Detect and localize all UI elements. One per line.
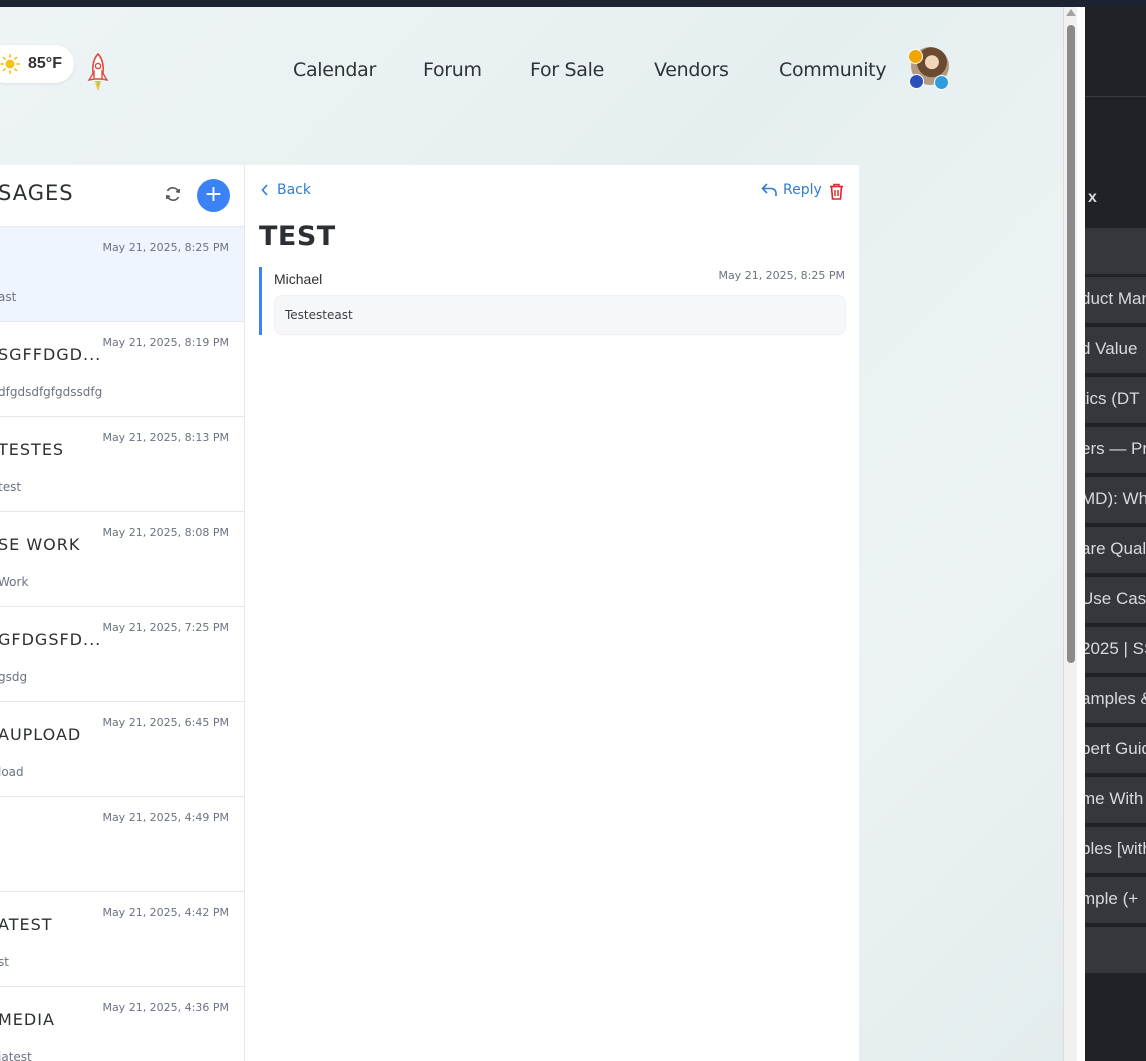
side-row[interactable]: ers — Pr [1085, 427, 1146, 473]
side-row-text: Use Case [1085, 589, 1146, 608]
message-subject: TESTES [0, 440, 65, 459]
message-preview: ast [0, 290, 17, 304]
message-subject: ATEST [0, 915, 53, 934]
message-date: May 21, 2025, 8:08 PM [102, 526, 229, 539]
side-row-text: MD): Wh [1085, 489, 1146, 508]
page-scrollbar[interactable] [1063, 7, 1077, 1061]
side-row-text: ers — Pr [1085, 439, 1146, 458]
side-row[interactable]: Use Case [1085, 577, 1146, 623]
nav-forum[interactable]: Forum [423, 59, 482, 81]
shield-badge-icon [909, 74, 924, 89]
side-row[interactable]: are Qual [1085, 527, 1146, 573]
message-subject: AUPLOAD [0, 725, 82, 744]
message-date: May 21, 2025, 4:36 PM [102, 1001, 229, 1014]
page-viewport: 85°F Calendar Forum For Sale Vendors Com… [0, 7, 1063, 1061]
window-top-bar [0, 0, 1146, 7]
side-row[interactable]: amples & [1085, 677, 1146, 723]
message-subject: MEDIA [0, 1010, 55, 1029]
message-body-text: Testesteast [285, 308, 353, 322]
messages-title: SAGES [0, 181, 74, 205]
message-preview: test [0, 480, 22, 494]
message-preview: dfgdsdfgfgdssdfg [0, 385, 103, 399]
message-preview: load [0, 765, 24, 779]
message-date: May 21, 2025, 8:19 PM [102, 336, 229, 349]
nav-calendar[interactable]: Calendar [293, 59, 376, 81]
message-date: May 21, 2025, 7:25 PM [102, 621, 229, 634]
side-row[interactable]: mple (+ [1085, 877, 1146, 923]
messages-header: SAGES + [0, 165, 244, 227]
message-item[interactable]: SE WORK May 21, 2025, 8:08 PM Work [0, 512, 244, 607]
side-row[interactable]: d Value [1085, 327, 1146, 373]
side-row[interactable]: me With [1085, 777, 1146, 823]
globe-badge-icon [934, 75, 949, 90]
chevron-left-icon [261, 184, 268, 196]
reply-icon [761, 183, 777, 196]
side-row[interactable]: duct Man [1085, 277, 1146, 323]
side-panel-label: x [1088, 189, 1097, 206]
scroll-thumb[interactable] [1067, 25, 1075, 663]
message-item[interactable]: May 21, 2025, 8:25 PM ast [0, 227, 244, 322]
message-timestamp: May 21, 2025, 8:25 PM [718, 269, 845, 282]
side-row-text: d Value [1085, 339, 1138, 358]
message-item[interactable]: MEDIA May 21, 2025, 4:36 PM iatest [0, 987, 244, 1061]
message-date: May 21, 2025, 4:42 PM [102, 906, 229, 919]
side-row-text: duct Man [1085, 289, 1146, 308]
message-date: May 21, 2025, 4:49 PM [102, 811, 229, 824]
side-row-text: mple (+ [1085, 889, 1139, 908]
side-row-text: bles [with [1085, 839, 1146, 858]
scroll-up-arrow-icon[interactable] [1066, 9, 1076, 16]
side-row[interactable] [1085, 927, 1146, 973]
side-panel: x duct Man d Value tics (DT ers — Pr MD)… [1085, 7, 1146, 1061]
side-row[interactable]: 2025 | SS [1085, 627, 1146, 673]
reply-label: Reply [783, 182, 822, 198]
user-avatar-menu[interactable] [908, 47, 952, 91]
side-row-text: 2025 | SS [1085, 639, 1146, 658]
nav-for-sale[interactable]: For Sale [530, 59, 604, 81]
reply-button[interactable]: Reply [761, 182, 822, 198]
trash-icon[interactable] [829, 183, 844, 200]
back-link[interactable]: Back [261, 182, 311, 198]
side-row[interactable]: tics (DT [1085, 377, 1146, 423]
side-row-text: tics (DT [1085, 389, 1140, 408]
side-row[interactable]: bles [with [1085, 827, 1146, 873]
sender-name: Michael [274, 271, 323, 287]
message-date: May 21, 2025, 6:45 PM [102, 716, 229, 729]
side-row-text: me With [1085, 789, 1144, 808]
message-item[interactable]: SGFFDGD... May 21, 2025, 8:19 PM dfgdsdf… [0, 322, 244, 417]
message-preview: st [0, 955, 9, 969]
window-border [1077, 7, 1085, 1061]
message-item[interactable]: GFDGSFD... May 21, 2025, 7:25 PM gsdg [0, 607, 244, 702]
side-row-text: are Qual [1085, 539, 1146, 558]
refresh-icon[interactable] [164, 185, 182, 203]
main-nav: Calendar Forum For Sale Vendors Communit… [0, 59, 1063, 87]
message-subject: SE WORK [0, 535, 81, 554]
new-message-button[interactable]: + [197, 179, 230, 212]
nav-vendors[interactable]: Vendors [654, 59, 729, 81]
message-date: May 21, 2025, 8:13 PM [102, 431, 229, 444]
message-detail-panel: Back Reply TEST Michael May 21, 2025, 8:… [245, 165, 859, 1061]
side-row[interactable]: pert Guid [1085, 727, 1146, 773]
message-item[interactable]: ATEST May 21, 2025, 4:42 PM st [0, 892, 244, 987]
coin-badge-icon [908, 49, 923, 64]
side-row-text: pert Guid [1085, 739, 1146, 758]
messages-list-panel: SAGES + May 21, 2025, 8:25 PM ast SGFFDG… [0, 165, 245, 1061]
back-label: Back [277, 182, 311, 198]
side-row[interactable]: MD): Wh [1085, 477, 1146, 523]
side-row[interactable] [1085, 228, 1146, 274]
side-row-text: amples & [1085, 689, 1146, 708]
message-subject: SGFFDGD... [0, 345, 102, 364]
message-thread-entry: Michael May 21, 2025, 8:25 PM Testesteas… [259, 267, 846, 335]
message-item[interactable]: TESTES May 21, 2025, 8:13 PM test [0, 417, 244, 512]
message-item[interactable]: May 21, 2025, 4:49 PM [0, 797, 244, 892]
message-date: May 21, 2025, 8:25 PM [102, 241, 229, 254]
message-preview: iatest [0, 1050, 32, 1061]
nav-community[interactable]: Community [779, 59, 887, 81]
message-subject: GFDGSFD... [0, 630, 102, 649]
message-title: TEST [259, 221, 336, 252]
message-item[interactable]: AUPLOAD May 21, 2025, 6:45 PM load [0, 702, 244, 797]
side-divider [1085, 96, 1146, 97]
message-preview: gsdg [0, 670, 28, 684]
message-body: Testesteast [274, 295, 846, 335]
message-preview: Work [0, 575, 29, 589]
